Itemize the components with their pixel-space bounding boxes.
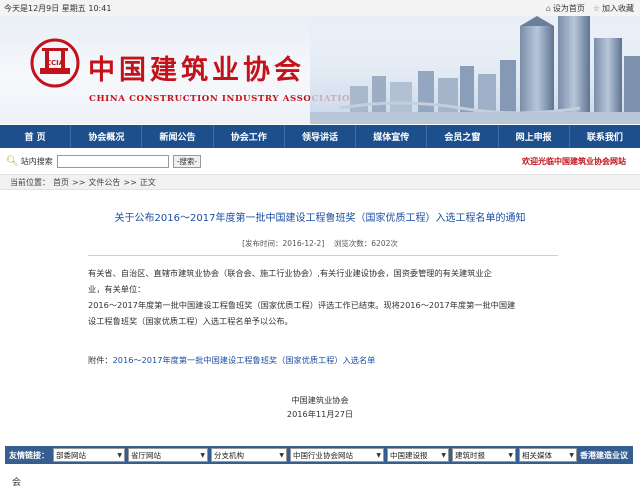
bookmark-label: 加入收藏 — [602, 3, 634, 13]
friend-select-associations[interactable]: 中国行业协会网站 ▼ — [290, 448, 384, 462]
search-label: 站内搜索 — [20, 156, 53, 166]
nav-item-apply[interactable]: 网上申报 — [499, 125, 570, 148]
city-skyline-image — [310, 16, 640, 124]
search-bar: 🔍︎ 站内搜索 -搜索- 欢迎光临中国建筑业协会网站 — [0, 151, 640, 171]
welcome-text: 欢迎光临中国建筑业协会网站 — [522, 157, 626, 166]
ccia-logo: CCIA — [30, 38, 80, 88]
search-input[interactable] — [56, 154, 169, 168]
top-bar: 今天是12月9日 星期五 10:41 ⌂ 设为首页 ☆ 加入收藏 — [0, 0, 640, 17]
search-button[interactable]: -搜索- — [172, 154, 202, 168]
attachment-link[interactable]: 2016～2017年度第一批中国建设工程鲁班奖（国家优质工程）入选名单 — [113, 355, 376, 365]
select-value: 相关媒体 — [522, 450, 552, 460]
nav-item-about[interactable]: 协会概况 — [71, 125, 143, 148]
nav-item-speeches[interactable]: 领导讲话 — [285, 125, 357, 148]
nav-item-home[interactable]: 首 页 — [0, 125, 72, 148]
friend-select-media[interactable]: 相关媒体 ▼ — [519, 448, 577, 462]
friend-select-construction-news[interactable]: 中国建设报 ▼ — [387, 448, 449, 462]
date-text: 今天是12月9日 星期五 10:41 — [4, 3, 112, 13]
home-icon: ⌂ — [545, 3, 551, 13]
chevron-down-icon: ▼ — [376, 451, 381, 459]
search-icon: 🔍︎ — [6, 155, 19, 167]
select-value: 建筑时报 — [455, 450, 485, 460]
friend-link-hk[interactable]: 香港建造业议 — [580, 450, 628, 461]
attachment-label: 附件： — [88, 355, 113, 365]
header-banner: CCIA 中国建筑业协会 CHINA CONSTRUCTION INDUSTRY… — [0, 16, 640, 124]
publish-time: [发布时间：2016-12-2] — [242, 239, 325, 248]
nav-item-work[interactable]: 协会工作 — [214, 125, 285, 148]
friend-select-provincial[interactable]: 省厅网站 ▼ — [128, 448, 208, 462]
chevron-down-icon: ▼ — [441, 451, 446, 459]
select-value: 中国建设报 — [390, 450, 428, 460]
friend-select-times[interactable]: 建筑时报 ▼ — [452, 448, 516, 462]
body-line: 设工程鲁班奖（国家优质工程）入选工程名单予以公布。 — [88, 316, 293, 326]
body-line: 2016～2017年度第一批中国建设工程鲁班奖（国家优质工程）评选工作已结束。现… — [88, 300, 516, 310]
breadcrumb: 当前位置： 首页 >> 文件公告 >> 正文 — [0, 174, 640, 190]
body-line: 有关省、自治区、直辖市建筑业协会（联合会、施工行业协会）,有关行业建设协会，国资… — [88, 268, 492, 278]
nav-item-news[interactable]: 新闻公告 — [142, 125, 214, 148]
friend-select-ministries[interactable]: 部委网站 ▼ — [53, 448, 125, 462]
friend-links-bar: 友情链接： 部委网站 ▼ 省厅网站 ▼ 分支机构 ▼ 中国行业协会网站 ▼ 中国建设报 ▼… — [5, 446, 633, 464]
signature-date: 2016年11月27日 — [286, 409, 354, 419]
select-value: 省厅网站 — [131, 450, 161, 460]
logo-text: CCIA — [46, 59, 65, 67]
signature-org: 中国建筑业协会 — [291, 395, 349, 405]
breadcrumb-page: 正文 — [139, 177, 156, 187]
chevron-down-icon: ▼ — [569, 451, 574, 459]
nav-item-members[interactable]: 会员之窗 — [427, 125, 499, 148]
main-nav: 首 页 协会概况 新闻公告 协会工作 领导讲话 媒体宣传 会员之窗 网上申报 联… — [0, 125, 640, 148]
set-home-label: 设为首页 — [552, 3, 585, 13]
select-value: 中国行业协会网站 — [293, 450, 353, 460]
star-icon: ☆ — [592, 3, 600, 13]
nav-item-media[interactable]: 媒体宣传 — [356, 125, 428, 148]
breadcrumb-separator: >> — [123, 177, 137, 187]
breadcrumb-current-label: 当前位置： — [10, 177, 50, 187]
breadcrumb-section[interactable]: 文件公告 — [88, 177, 120, 188]
body-line: 业，有关单位： — [88, 284, 146, 294]
chevron-down-icon: ▼ — [117, 451, 122, 459]
view-count: 浏览次数：6202次 — [333, 239, 398, 248]
breadcrumb-home[interactable]: 首页 — [53, 177, 69, 188]
article-title: 关于公布2016～2017年度第一批中国建设工程鲁班奖（国家优质工程）入选工程名… — [114, 213, 526, 224]
select-value: 部委网站 — [56, 450, 86, 460]
divider — [88, 255, 558, 256]
chevron-down-icon: ▼ — [508, 451, 513, 459]
nav-item-contact[interactable]: 联系我们 — [570, 125, 640, 148]
friend-select-branches[interactable]: 分支机构 ▼ — [211, 448, 287, 462]
chevron-down-icon: ▼ — [200, 451, 205, 459]
breadcrumb-separator: >> — [72, 177, 86, 187]
article-body: 有关省、自治区、直辖市建筑业协会（联合会、施工行业协会）,有关行业建设协会，国资… — [88, 265, 558, 329]
top-links: ⌂ 设为首页 ☆ 加入收藏 — [546, 3, 634, 14]
bookmark-link[interactable]: ☆ 加入收藏 — [593, 3, 634, 14]
site-title-cn: 中国建筑业协会 — [88, 55, 305, 86]
attachment: 附件：2016～2017年度第一批中国建设工程鲁班奖（国家优质工程）入选名单 — [88, 354, 375, 366]
select-value: 分支机构 — [214, 450, 244, 460]
friend-links-label: 友情链接： — [9, 450, 49, 460]
article-meta: [发布时间：2016-12-2] 浏览次数：6202次 — [0, 238, 640, 249]
set-home-link[interactable]: ⌂ 设为首页 — [546, 3, 585, 14]
chevron-down-icon: ▼ — [279, 451, 284, 459]
footer-fragment: 会 — [12, 478, 22, 488]
